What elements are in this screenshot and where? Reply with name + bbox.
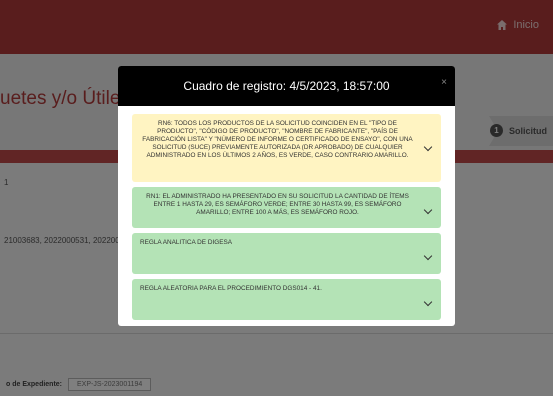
- rule-rn6[interactable]: RN6: TODOS LOS PRODUCTOS DE LA SOLICITUD…: [132, 114, 441, 182]
- chevron-down-icon[interactable]: [423, 297, 433, 307]
- rule-text: RN1: EL ADMINISTRADO HA PRESENTADO EN SU…: [146, 193, 409, 216]
- rule-aleatoria[interactable]: REGLA ALEATORIA PARA EL PROCEDIMIENTO DG…: [132, 279, 441, 320]
- modal-header: Cuadro de registro: 4/5/2023, 18:57:00 ×: [118, 66, 455, 106]
- rule-analitica-digesa[interactable]: REGLA ANALITICA DE DIGESA: [132, 233, 441, 274]
- chevron-down-icon[interactable]: [423, 142, 433, 152]
- close-icon[interactable]: ×: [441, 77, 447, 88]
- modal-title: Cuadro de registro: 4/5/2023, 18:57:00: [183, 79, 390, 93]
- chevron-down-icon[interactable]: [423, 251, 433, 261]
- rule-text: RN6: TODOS LOS PRODUCTOS DE LA SOLICITUD…: [142, 120, 413, 159]
- rule-text: REGLA ANALITICA DE DIGESA: [140, 239, 232, 246]
- modal-body: RN6: TODOS LOS PRODUCTOS DE LA SOLICITUD…: [118, 106, 455, 320]
- rule-rn1[interactable]: RN1: EL ADMINISTRADO HA PRESENTADO EN SU…: [132, 187, 441, 228]
- chevron-down-icon[interactable]: [423, 205, 433, 215]
- rule-text: REGLA ALEATORIA PARA EL PROCEDIMIENTO DG…: [140, 285, 322, 292]
- registro-modal: Cuadro de registro: 4/5/2023, 18:57:00 ×…: [118, 66, 455, 326]
